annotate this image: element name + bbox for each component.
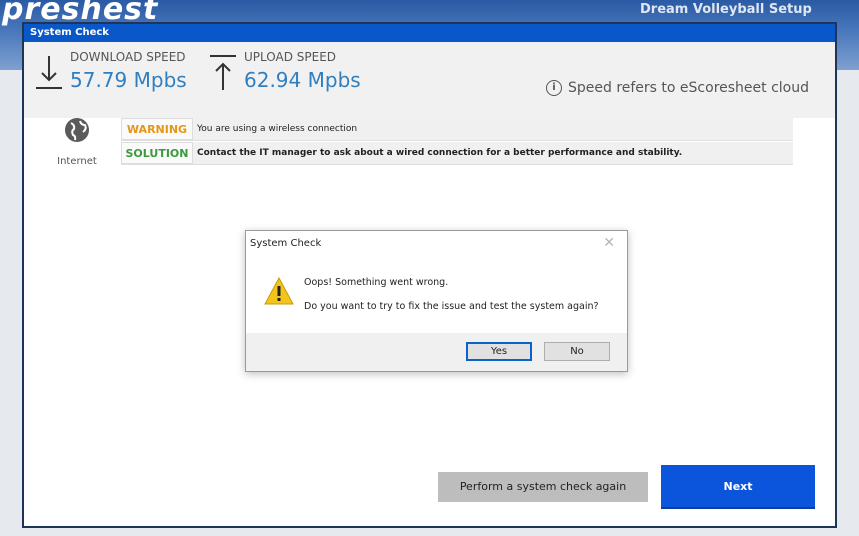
upload-arrow-icon xyxy=(210,55,236,90)
download-label: DOWNLOAD SPEED xyxy=(70,50,186,64)
speed-bar: DOWNLOAD SPEED 57.79 Mpbs UPLOAD SPEED 6… xyxy=(24,42,835,118)
warning-row: WARNING You are using a wireless connect… xyxy=(121,118,793,141)
upload-label: UPLOAD SPEED xyxy=(244,50,337,64)
solution-row: SOLUTION Contact the IT manager to ask a… xyxy=(121,142,793,165)
download-arrow-icon xyxy=(36,56,62,89)
warning-text: You are using a wireless connection xyxy=(197,124,358,134)
background-title: Dream Volleyball Setup xyxy=(640,2,812,17)
next-button[interactable]: Next xyxy=(661,465,815,509)
warning-icon xyxy=(264,277,294,305)
speed-note-text: Speed refers to eScoresheet cloud xyxy=(567,80,809,96)
internet-status: Internet xyxy=(52,116,102,167)
solution-tag: SOLUTION xyxy=(121,142,193,164)
system-check-window: System Check DOWNLOAD SPEED 57.79 Mpbs U… xyxy=(22,22,837,528)
dialog-message: Oops! Something went wrong. xyxy=(304,277,449,288)
warning-tag: WARNING xyxy=(121,118,193,140)
window-title: System Check xyxy=(24,24,835,42)
no-button[interactable]: No xyxy=(544,342,610,361)
dialog-title: System Check xyxy=(250,238,322,249)
dialog-footer: Yes No xyxy=(246,333,627,371)
upload-value: 62.94 Mpbs xyxy=(244,68,361,92)
download-value: 57.79 Mpbs xyxy=(70,68,187,92)
message-table: WARNING You are using a wireless connect… xyxy=(121,118,793,166)
close-icon[interactable]: ✕ xyxy=(603,235,615,251)
info-icon: i xyxy=(545,80,562,96)
globe-icon xyxy=(65,118,89,142)
speed-note: i Speed refers to eScoresheet cloud xyxy=(545,80,809,96)
perform-system-check-again-button[interactable]: Perform a system check again xyxy=(438,472,648,502)
yes-button[interactable]: Yes xyxy=(466,342,532,361)
solution-text: Contact the IT manager to ask about a wi… xyxy=(197,148,683,158)
internet-label: Internet xyxy=(57,156,97,167)
error-dialog: System Check ✕ Oops! Something went wron… xyxy=(245,230,628,372)
dialog-question: Do you want to try to fix the issue and … xyxy=(304,301,599,312)
